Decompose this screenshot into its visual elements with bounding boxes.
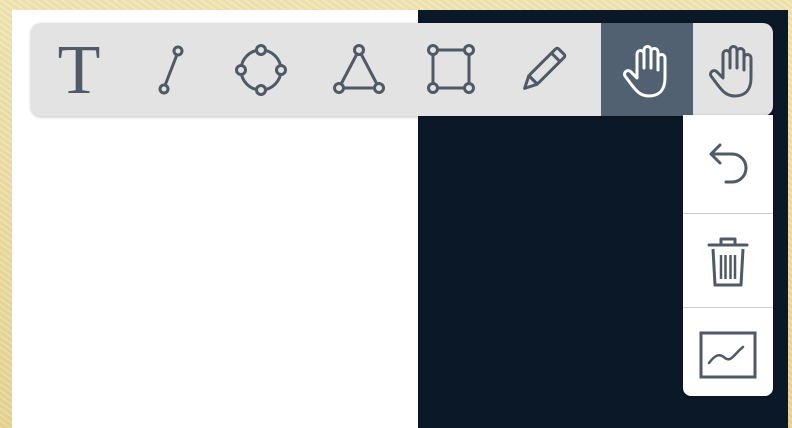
rectangle-icon [427, 43, 475, 94]
clear-button[interactable] [683, 214, 773, 307]
drawing-toolbar: T [31, 23, 773, 116]
hand-icon [709, 44, 753, 97]
hand-icon [623, 44, 667, 97]
pan-menu-button[interactable] [693, 23, 773, 116]
undo-button[interactable] [683, 117, 773, 210]
action-panel [683, 115, 773, 396]
triangle-tool-button[interactable] [319, 23, 399, 116]
circle-icon [235, 43, 287, 96]
text-tool-button[interactable]: T [39, 23, 119, 116]
undo-icon [709, 143, 748, 183]
triangle-icon [333, 43, 385, 94]
trash-icon [707, 237, 749, 286]
text-icon: T [57, 31, 101, 109]
pan-tool-button[interactable] [601, 23, 693, 116]
chart-icon [699, 331, 757, 378]
chart-button[interactable] [683, 308, 773, 401]
line-tool-button[interactable] [131, 23, 211, 116]
rectangle-tool-button[interactable] [411, 23, 491, 116]
circle-tool-button[interactable] [221, 23, 301, 116]
pencil-icon [523, 46, 567, 90]
line-icon [158, 45, 184, 94]
pencil-tool-button[interactable] [503, 23, 583, 116]
